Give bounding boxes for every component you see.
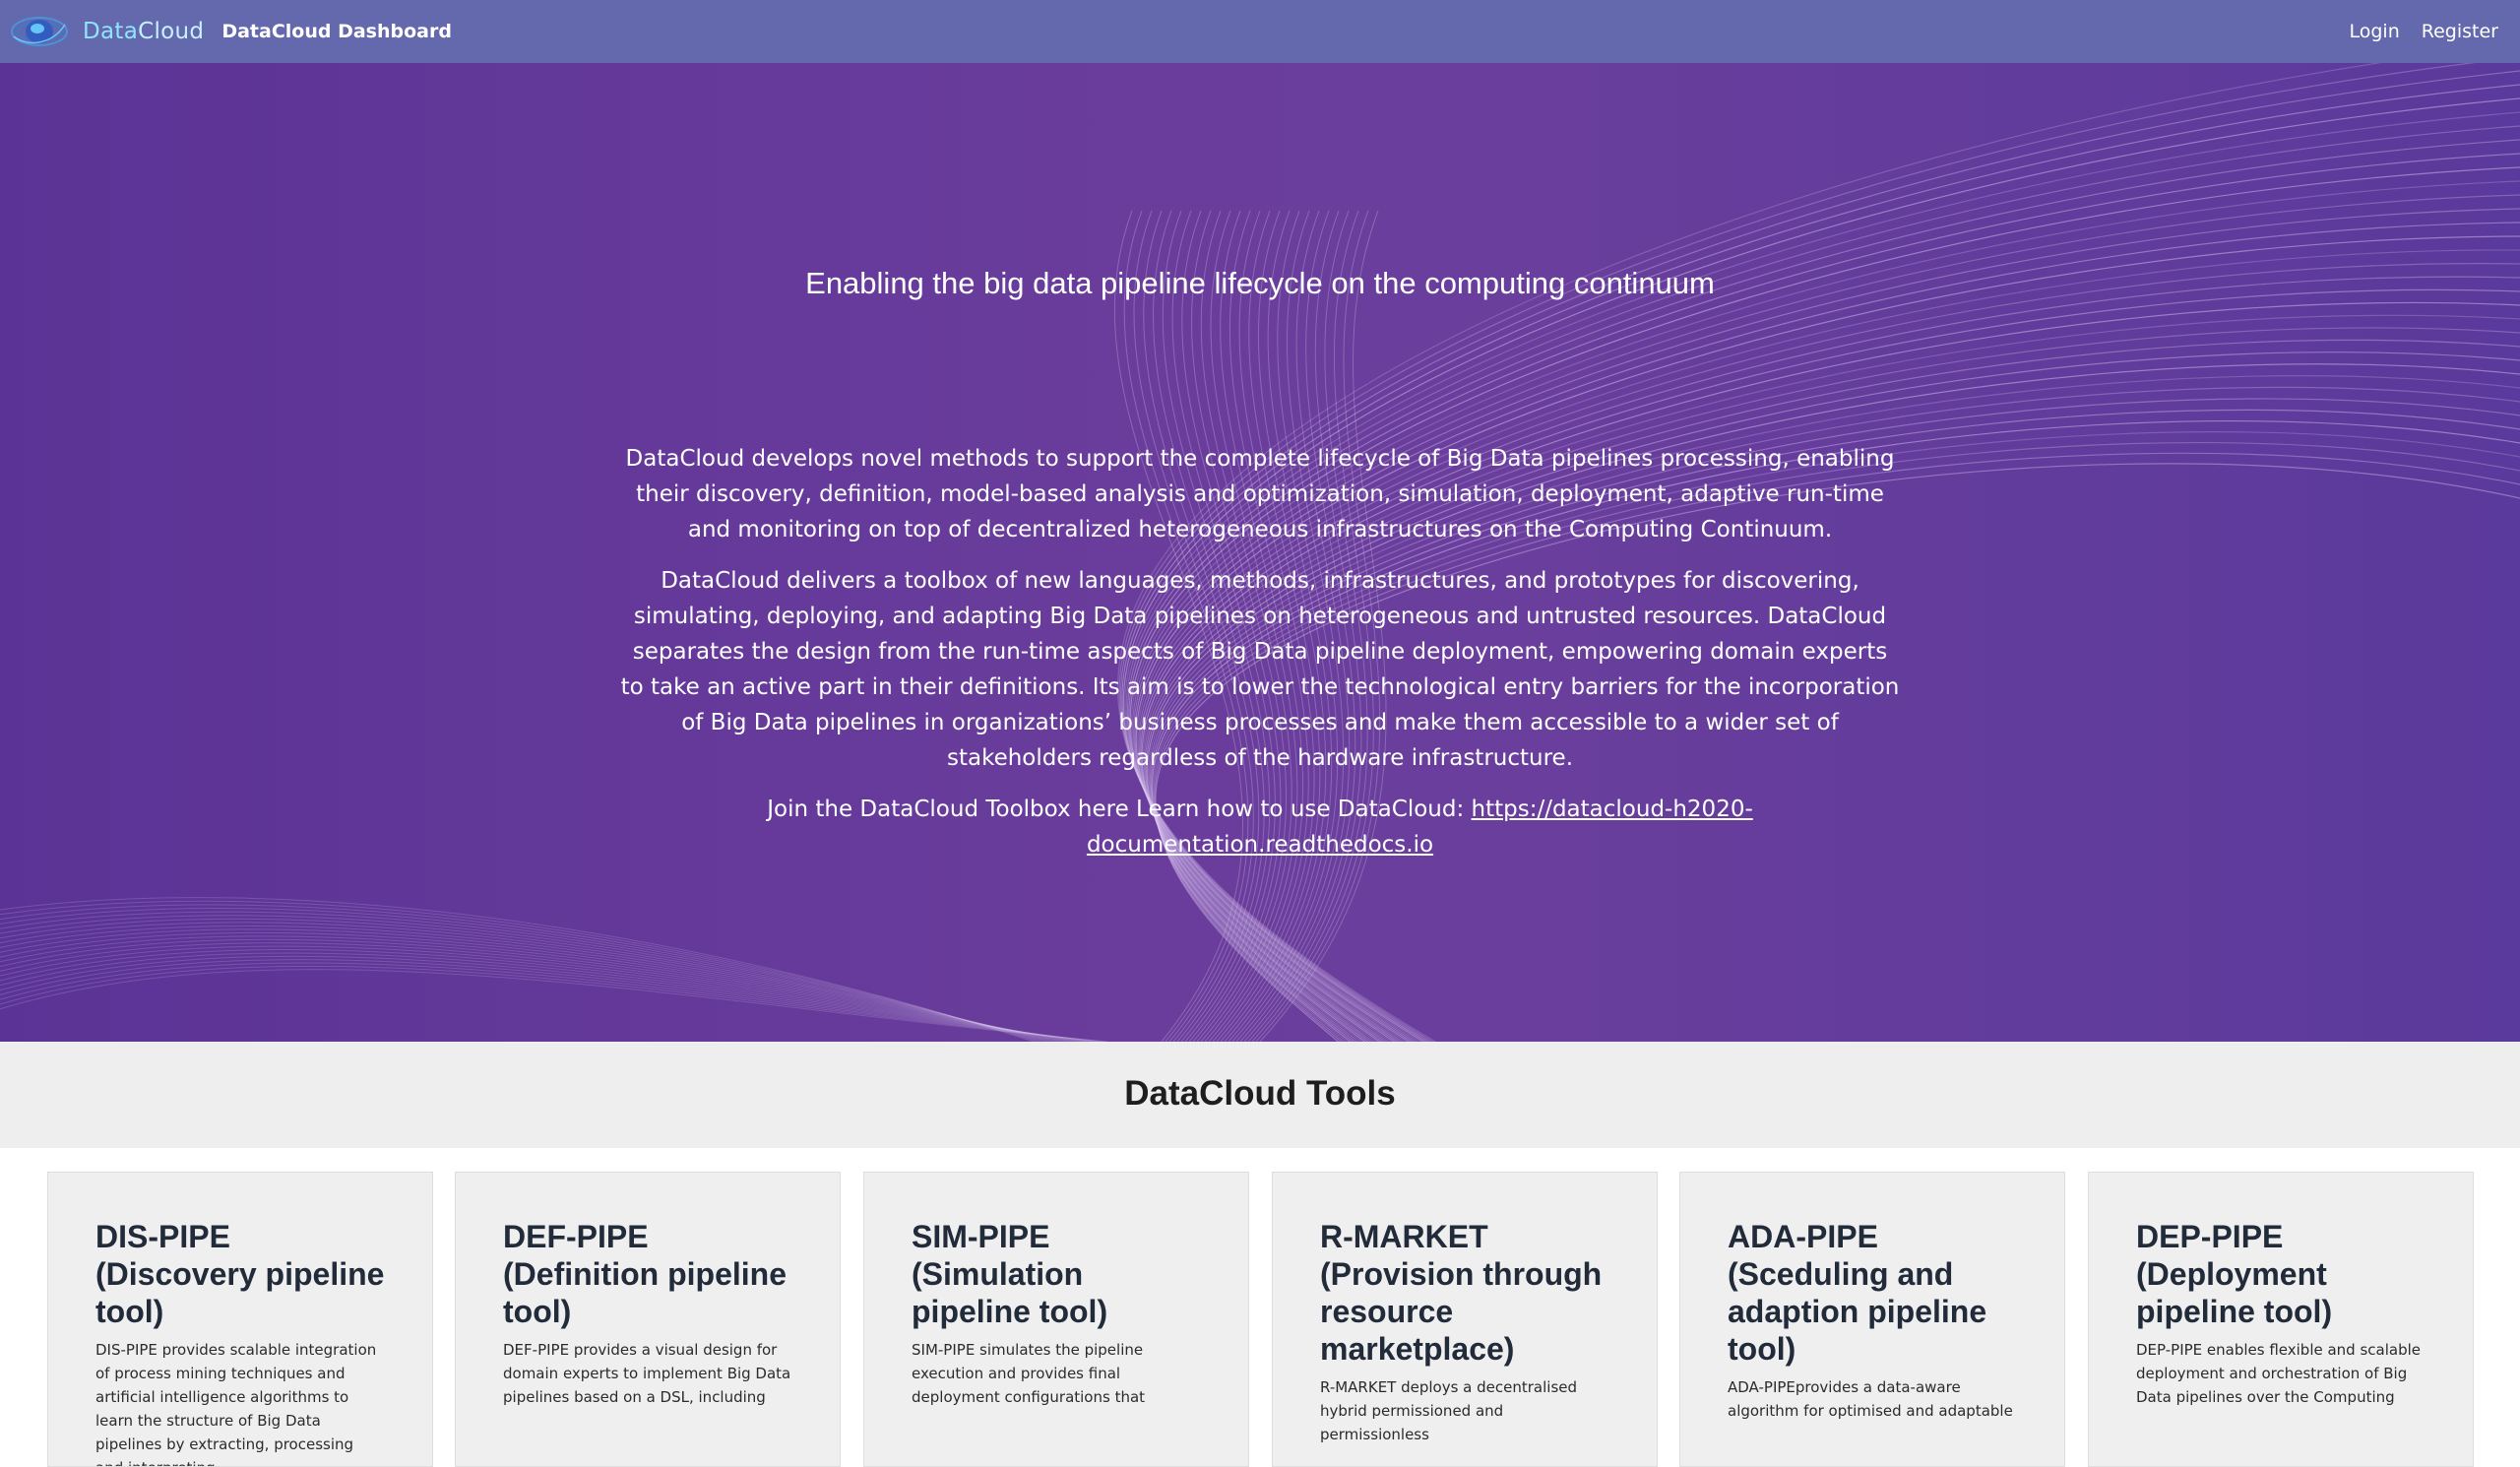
tool-card-description: R-MARKET deploys a decentralised hybrid … <box>1320 1378 1578 1443</box>
tools-section-title: DataCloud Tools <box>1124 1074 1396 1113</box>
tool-card-r-market[interactable]: R-MARKET (Provision through resource mar… <box>1272 1172 1658 1467</box>
hero-paragraph-1: DataCloud develops novel methods to supp… <box>625 446 1895 542</box>
tool-card-description: ADA-PIPEprovides a data-aware algorithm … <box>1728 1378 2013 1420</box>
brand-name-data: Data <box>83 19 139 44</box>
tool-card-title: ADA-PIPE (Sceduling and adaption pipelin… <box>1728 1219 1987 1367</box>
hero-join-text: Join the DataCloud Toolbox here Learn ho… <box>767 797 1472 822</box>
tool-card-def-pipe[interactable]: DEF-PIPE (Definition pipeline tool) DEF-… <box>455 1172 841 1467</box>
tool-card-title: SIM-PIPE (Simulation pipeline tool) <box>912 1219 1108 1329</box>
brand-name: DataCloud <box>83 19 204 44</box>
tool-card-title: DIS-PIPE (Discovery pipeline tool) <box>95 1219 385 1329</box>
hero-section: Enabling the big data pipeline lifecycle… <box>0 63 2520 1042</box>
tool-card-ada-pipe[interactable]: ADA-PIPE (Sceduling and adaption pipelin… <box>1679 1172 2065 1467</box>
brand-name-cloud: Cloud <box>138 19 205 44</box>
tool-card-title: DEF-PIPE (Definition pipeline tool) <box>503 1219 787 1329</box>
dashboard-title-link[interactable]: DataCloud Dashboard <box>221 21 452 42</box>
hero-heading: Enabling the big data pipeline lifecycle… <box>805 266 1715 300</box>
login-link[interactable]: Login <box>2350 21 2400 42</box>
tool-card-description: SIM-PIPE simulates the pipeline executio… <box>912 1341 1146 1406</box>
hero-join-line: Join the DataCloud Toolbox here Learn ho… <box>620 792 1900 862</box>
hero-body: DataCloud develops novel methods to supp… <box>620 441 1900 878</box>
tool-card-dis-pipe[interactable]: DIS-PIPE (Discovery pipeline tool) DIS-P… <box>47 1172 433 1467</box>
tool-card-dep-pipe[interactable]: DEP-PIPE (Deployment pipeline tool) DEP-… <box>2088 1172 2474 1467</box>
tools-cards-area: DIS-PIPE (Discovery pipeline tool) DIS-P… <box>0 1148 2520 1467</box>
tool-card-title: DEP-PIPE (Deployment pipeline tool) <box>2136 1219 2333 1329</box>
tool-card-title: R-MARKET (Provision through resource mar… <box>1320 1219 1603 1367</box>
hero-paragraph-2: DataCloud delivers a toolbox of new lang… <box>620 568 1900 771</box>
tool-card-description: DIS-PIPE provides scalable integration o… <box>95 1341 377 1466</box>
tool-card-description: DEP-PIPE enables flexible and scalable d… <box>2136 1341 2422 1406</box>
tool-card-description: DEF-PIPE provides a visual design for do… <box>503 1341 791 1406</box>
auth-links: Login Register <box>2350 21 2499 42</box>
datacloud-logo-icon <box>11 17 68 46</box>
tool-card-sim-pipe[interactable]: SIM-PIPE (Simulation pipeline tool) SIM-… <box>863 1172 1249 1467</box>
top-navbar: DataCloud DataCloud Dashboard Login Regi… <box>0 0 2520 63</box>
brand[interactable]: DataCloud <box>8 0 204 63</box>
tools-header-band: DataCloud Tools <box>0 1042 2520 1148</box>
register-link[interactable]: Register <box>2422 21 2498 42</box>
